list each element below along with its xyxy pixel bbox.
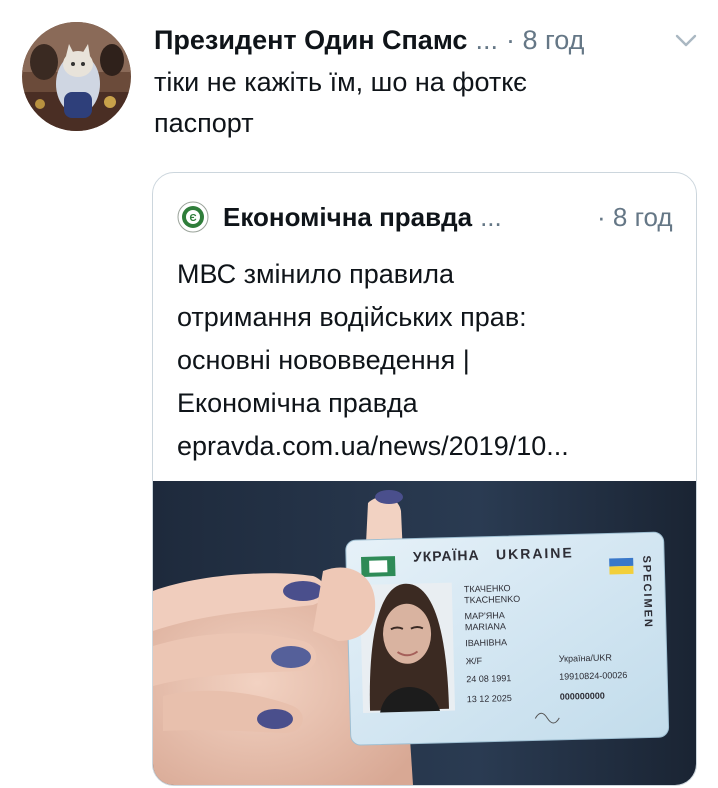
- tweet-text: тіки не кажіть їм, шо на фоткє паспорт: [154, 62, 694, 144]
- id-expiry: 13 12 2025: [467, 693, 512, 704]
- tweet-text-line: тіки не кажіть їм, шо на фоткє: [154, 67, 527, 97]
- tweet-text-line: паспорт: [154, 108, 254, 138]
- tweet-header: Президент Один Спамс ... · 8 год: [154, 22, 694, 58]
- tweet-timestamp[interactable]: · 8 год: [506, 25, 584, 56]
- quoted-source-name[interactable]: Економічна правда: [223, 202, 472, 233]
- epravda-logo-icon: Є: [177, 201, 209, 233]
- quoted-text-line: Економічна правда: [177, 388, 418, 418]
- id-surname-en: TKACHENKO: [464, 594, 520, 605]
- quoted-tweet-card[interactable]: Є Економічна правда ... · 8 год МВС змін…: [152, 172, 697, 786]
- quoted-timestamp[interactable]: · 8 год: [597, 199, 673, 235]
- author-ellipsis: ...: [475, 24, 498, 55]
- id-sex: Ж/F: [466, 656, 483, 666]
- author-name[interactable]: Президент Один Спамс: [154, 25, 467, 56]
- id-card-photo: УКРАЇНА UKRAINE SPECIMEN ТКАЧЕНКО TKACHE…: [153, 481, 696, 785]
- id-record-no: 19910824-00026: [559, 670, 627, 682]
- id-surname-ua: ТКАЧЕНКО: [464, 583, 511, 594]
- id-patronymic: ІВАНІВНА: [465, 637, 507, 648]
- id-nationality: Україна/UKR: [559, 652, 613, 663]
- avatar-image: [22, 22, 131, 131]
- quoted-photo[interactable]: УКРАЇНА UKRAINE SPECIMEN ТКАЧЕНКО TKACHE…: [153, 481, 696, 785]
- id-specimen: SPECIMEN: [640, 555, 654, 629]
- avatar[interactable]: [22, 22, 131, 131]
- id-given-en: MARIANA: [465, 621, 506, 632]
- chevron-down-icon[interactable]: [674, 30, 698, 52]
- quoted-text: МВС змінило правила отримання водійських…: [177, 253, 677, 468]
- id-country-en: UKRAINE: [496, 544, 574, 562]
- id-birth-date: 24 08 1991: [466, 673, 511, 684]
- quoted-text-line: МВС змінило правила: [177, 259, 454, 289]
- quoted-text-line: основні нововведення |: [177, 345, 470, 375]
- id-country-ua: УКРАЇНА: [413, 547, 480, 565]
- svg-text:Є: Є: [189, 213, 196, 224]
- quoted-header: Є Економічна правда ... · 8 год: [177, 199, 677, 235]
- quoted-link[interactable]: epravda.com.ua/news/2019/10...: [177, 425, 677, 468]
- quoted-text-line: отримання водійських прав:: [177, 302, 527, 332]
- id-given-ua: МАР'ЯНА: [464, 610, 504, 621]
- id-doc-no: 000000000: [560, 691, 605, 702]
- quoted-source-ellipsis: ...: [480, 201, 502, 232]
